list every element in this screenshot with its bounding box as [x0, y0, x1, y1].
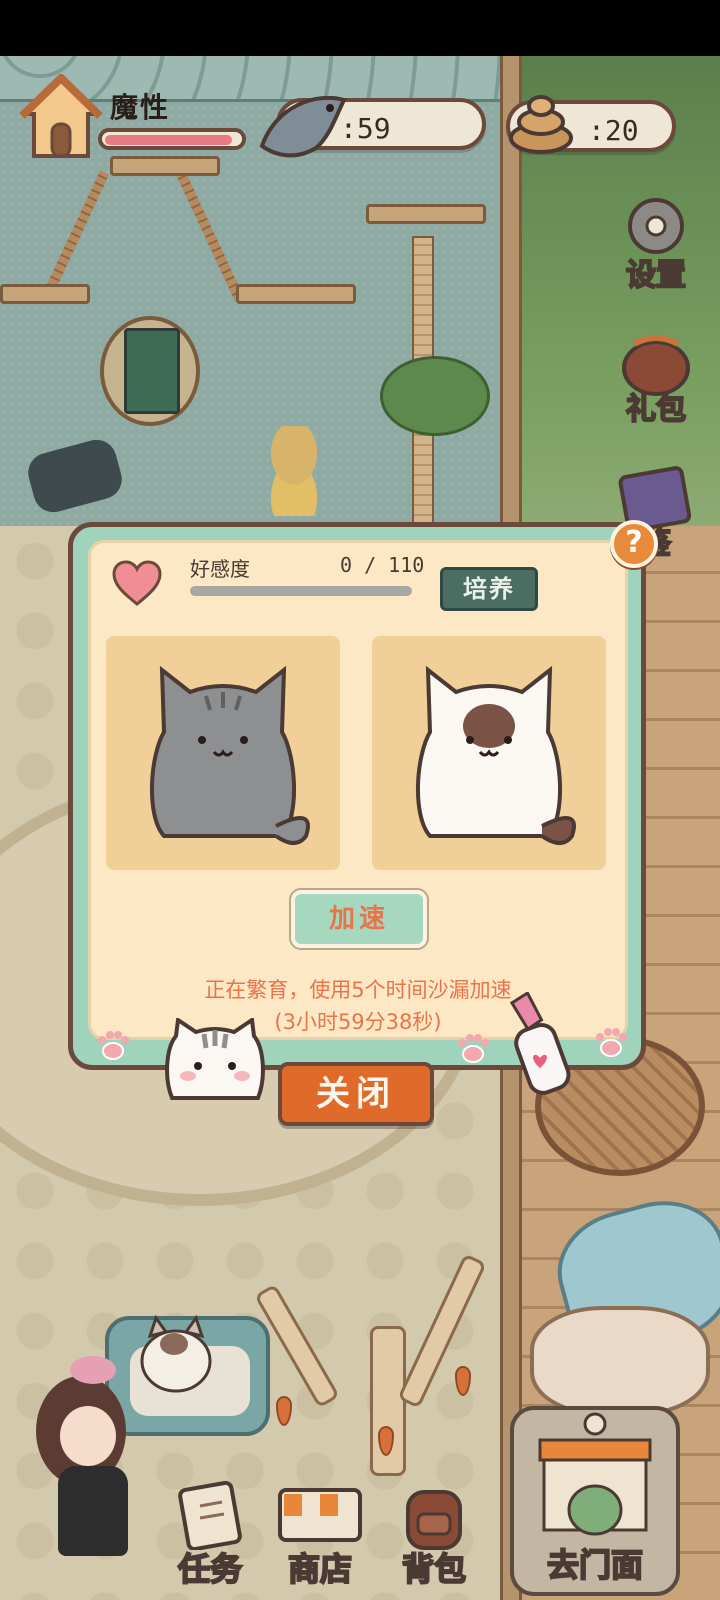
affection-label: 好感度	[190, 557, 250, 581]
poop-coin-icon	[509, 95, 573, 154]
wall-shelf-left	[0, 284, 90, 304]
affection-value: 0 / 110	[340, 553, 425, 577]
tasks-button[interactable]: 任务	[160, 1480, 260, 1590]
gift-pack-button[interactable]: 礼包	[610, 326, 702, 430]
bag-label: 背包	[401, 1549, 467, 1589]
paw-icon	[596, 1028, 627, 1057]
shopkeeper-girl[interactable]	[58, 1466, 128, 1556]
floral-pillow	[530, 1306, 710, 1416]
speed-up-button[interactable]: 加速	[289, 888, 429, 950]
hp-bar-fill	[105, 135, 232, 145]
settings-button[interactable]: 设置	[610, 192, 702, 296]
girl-face	[60, 1406, 116, 1466]
status-bar-black	[0, 0, 720, 56]
kitten-mascot	[165, 1018, 265, 1100]
affection-bar	[190, 586, 412, 596]
paw-icon	[458, 1034, 489, 1063]
cat-tower-platform	[366, 204, 486, 224]
train-button[interactable]: 培养	[440, 567, 538, 611]
clipboard-icon	[178, 1480, 242, 1552]
help-button[interactable]: ?	[610, 520, 658, 568]
food-tray[interactable]	[248, 426, 340, 516]
backpack-icon	[406, 1490, 462, 1550]
storefront-icon	[538, 1412, 652, 1536]
house-icon[interactable]	[18, 74, 104, 162]
paw-icon	[98, 1031, 129, 1060]
shop-awning-icon	[278, 1488, 362, 1542]
heart-icon	[112, 560, 162, 606]
gray-tabby-cat	[149, 665, 310, 845]
tasks-label: 任务	[177, 1549, 243, 1589]
coin-count: :20	[588, 114, 639, 147]
settings-label: 设置	[625, 257, 687, 294]
storefront-button[interactable]: 去门面	[510, 1406, 680, 1596]
shop-label: 商店	[287, 1549, 353, 1589]
parent-cat-card-siamese[interactable]	[372, 636, 606, 870]
gift-pack-label: 礼包	[625, 391, 687, 428]
hp-bar	[98, 128, 246, 150]
wall-shelf-top	[110, 156, 220, 176]
parent-cat-card-gray[interactable]	[106, 636, 340, 870]
close-button[interactable]: 关闭	[278, 1062, 434, 1126]
player-name: 魔性	[110, 91, 171, 124]
wall-shelf-right	[236, 284, 356, 304]
milk-bottle-icon	[509, 992, 571, 1095]
bag-button[interactable]: 背包	[384, 1480, 484, 1590]
hanging-plant	[380, 356, 490, 436]
girl-bow	[70, 1356, 116, 1384]
siamese-cat	[415, 665, 576, 845]
cat-album-icon[interactable]	[124, 328, 180, 414]
storefront-label: 去门面	[546, 1545, 644, 1585]
sleeping-cat[interactable]	[136, 1306, 216, 1396]
shop-button[interactable]: 商店	[270, 1480, 370, 1590]
fish-count: :59	[340, 112, 391, 145]
game-screen: 魔性 :59 :20 设置 礼包 鉴 ? 好感	[0, 56, 720, 1600]
